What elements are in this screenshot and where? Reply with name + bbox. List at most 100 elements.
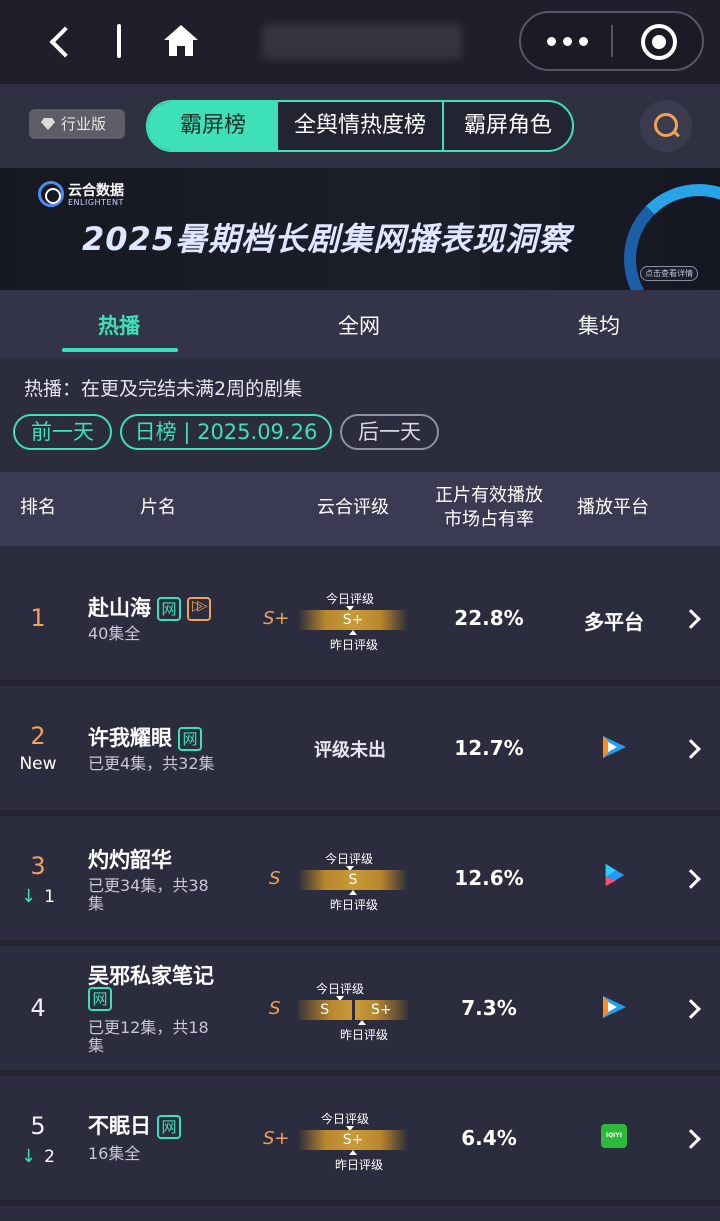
table-row[interactable]: 2 New 许我耀眼网 已更4集，共32集 评级未出 12.7%: [0, 686, 720, 810]
rank-change: ↓ 1: [0, 886, 76, 907]
grade-bar: S+: [298, 1130, 408, 1150]
header-rank: 排名: [20, 497, 56, 518]
today-grade-label: 今日评级: [321, 1112, 370, 1126]
today-grade-segment: S: [298, 1000, 352, 1020]
title-text: 不眠日: [88, 1114, 151, 1138]
diamond-icon: [41, 118, 55, 130]
chevron-right-icon[interactable]: [681, 869, 701, 889]
tab-now-airing[interactable]: 热播: [98, 310, 140, 340]
tab-dominance-ranking[interactable]: 霸屏榜: [148, 102, 278, 150]
search-icon[interactable]: [640, 100, 692, 152]
tab-dominant-roles[interactable]: 霸屏角色: [444, 102, 572, 150]
episode-info: 40集全: [88, 624, 141, 643]
header-grade: 云合评级: [317, 497, 389, 518]
yesterday-marker: [349, 1150, 357, 1155]
episode-info-cont: 集: [88, 894, 105, 913]
tab-all-network[interactable]: 全网: [338, 310, 380, 340]
web-drama-tag: 网: [157, 597, 181, 621]
grade-bar: S+: [298, 610, 408, 630]
youku-icon: [605, 863, 625, 887]
grade-bar: S: [298, 870, 408, 890]
show-title: 不眠日网: [88, 1110, 181, 1140]
table-row[interactable]: 1 赴山海网 40集全 S+ 今日评级 S+ 昨日评级 22.8% 多平台: [0, 556, 720, 680]
table-row[interactable]: 3 ↓ 1 灼灼韶华 已更34集，共38 集 S 今日评级 S 昨日评级 12.6…: [0, 816, 720, 940]
web-drama-tag: 网: [88, 987, 112, 1011]
episode-info-cont: 集: [88, 1036, 105, 1055]
promo-banner[interactable]: 云合数据 ENLIGHTENT 2025暑期档长剧集网播表现洞察 点击查看详情: [0, 168, 720, 290]
row-divider: [0, 1200, 720, 1206]
active-tab-indicator: [62, 348, 178, 352]
multi-play-icon: [187, 597, 211, 621]
chevron-right-icon[interactable]: [681, 999, 701, 1019]
date-selector[interactable]: 日榜 | 2025.09.26: [120, 414, 332, 450]
chevron-right-icon[interactable]: [681, 1129, 701, 1149]
today-grade-label: 今日评级: [325, 852, 374, 866]
capsule-divider: [611, 25, 613, 57]
brand-name-cn: 云合数据: [68, 183, 124, 199]
grade-bar: S S+: [298, 1000, 408, 1020]
ranking-type-switch: 霸屏榜 全舆情热度榜 霸屏角色: [146, 100, 574, 152]
yesterday-grade-segment: S+: [351, 1000, 408, 1020]
grade-letter: S: [269, 998, 281, 1019]
today-grade-label: 今日评级: [326, 592, 375, 606]
rank-change-new: New: [19, 754, 57, 774]
grade-letter: S+: [263, 1128, 290, 1149]
header-platform: 播放平台: [577, 497, 649, 518]
grade-letter: S+: [263, 608, 290, 629]
title-text: 灼灼韶华: [88, 848, 172, 872]
banner-cta[interactable]: 点击查看详情: [640, 266, 698, 281]
market-share: 7.3%: [461, 996, 517, 1020]
chevron-right-icon[interactable]: [681, 609, 701, 629]
show-title: 灼灼韶华: [88, 844, 172, 874]
tab-public-opinion-ranking[interactable]: 全舆情热度榜: [278, 102, 444, 150]
home-icon[interactable]: [160, 20, 202, 62]
rank-change: ↓ 2: [0, 1146, 76, 1167]
today-grade-label: 今日评级: [316, 982, 365, 996]
market-share: 12.7%: [454, 736, 524, 760]
arrow-down-icon: ↓: [21, 1146, 37, 1167]
divider: [117, 24, 121, 58]
back-arrow-icon[interactable]: [44, 22, 80, 62]
yesterday-grade-label: 昨日评级: [330, 638, 379, 652]
prev-day-button[interactable]: 前一天: [13, 414, 112, 450]
ranking-description: 热播：在更及完结未满2周的剧集: [24, 378, 303, 400]
brand-name-en: ENLIGHTENT: [68, 198, 124, 207]
header-share-line2: 市场占有率: [444, 509, 534, 530]
table-row[interactable]: 4 吴邪私家笔记 网 已更12集，共18 集 S 今日评级 S S+ 昨日评级 …: [0, 946, 720, 1070]
table-row[interactable]: 5 ↓ 2 不眠日网 16集全 S+ 今日评级 S+ 昨日评级 6.4% iQIY…: [0, 1076, 720, 1200]
enlightent-logo-icon: [38, 181, 64, 207]
rank-change-value: 1: [44, 887, 55, 907]
mini-program-top-bar: [0, 0, 720, 84]
more-icon[interactable]: [547, 31, 591, 51]
tab-per-episode[interactable]: 集均: [578, 310, 620, 340]
iqiyi-icon: iQIYI: [601, 1124, 627, 1148]
edition-label: 行业版: [61, 115, 107, 133]
grade-pending: 评级未出: [314, 740, 386, 761]
show-title: 赴山海网: [88, 592, 211, 622]
arrow-down-icon: ↓: [21, 886, 37, 907]
edition-badge[interactable]: 行业版: [29, 109, 125, 139]
episode-info: 16集全: [88, 1144, 141, 1163]
next-day-button[interactable]: 后一天: [340, 414, 439, 450]
rank-change-value: 2: [44, 1147, 55, 1167]
title-text: 许我耀眼: [88, 726, 172, 750]
episode-info: 已更4集，共32集: [88, 754, 215, 773]
yesterday-grade-label: 昨日评级: [330, 898, 379, 912]
rank-number: 5: [30, 1112, 46, 1140]
table-header: 排名 片名 云合评级 正片有效播放 市场占有率 播放平台: [0, 472, 720, 546]
title-text: 吴邪私家笔记: [88, 964, 214, 988]
brand-logo: 云合数据 ENLIGHTENT: [38, 180, 158, 210]
chevron-right-icon[interactable]: [681, 739, 701, 759]
web-drama-tag: 网: [178, 727, 202, 751]
close-mini-program-icon[interactable]: [641, 24, 677, 60]
tag-line: 网: [82, 986, 112, 1011]
market-share: 12.6%: [454, 866, 524, 890]
header-title: 片名: [140, 497, 176, 518]
yesterday-marker: [358, 1020, 366, 1025]
header-share-line1: 正片有效播放: [435, 485, 543, 506]
show-title: 许我耀眼网: [88, 722, 202, 752]
title-text: 赴山海: [88, 596, 151, 620]
rank-number: 1: [30, 604, 46, 632]
market-share: 6.4%: [461, 1126, 517, 1150]
mini-program-capsule: [519, 11, 704, 71]
